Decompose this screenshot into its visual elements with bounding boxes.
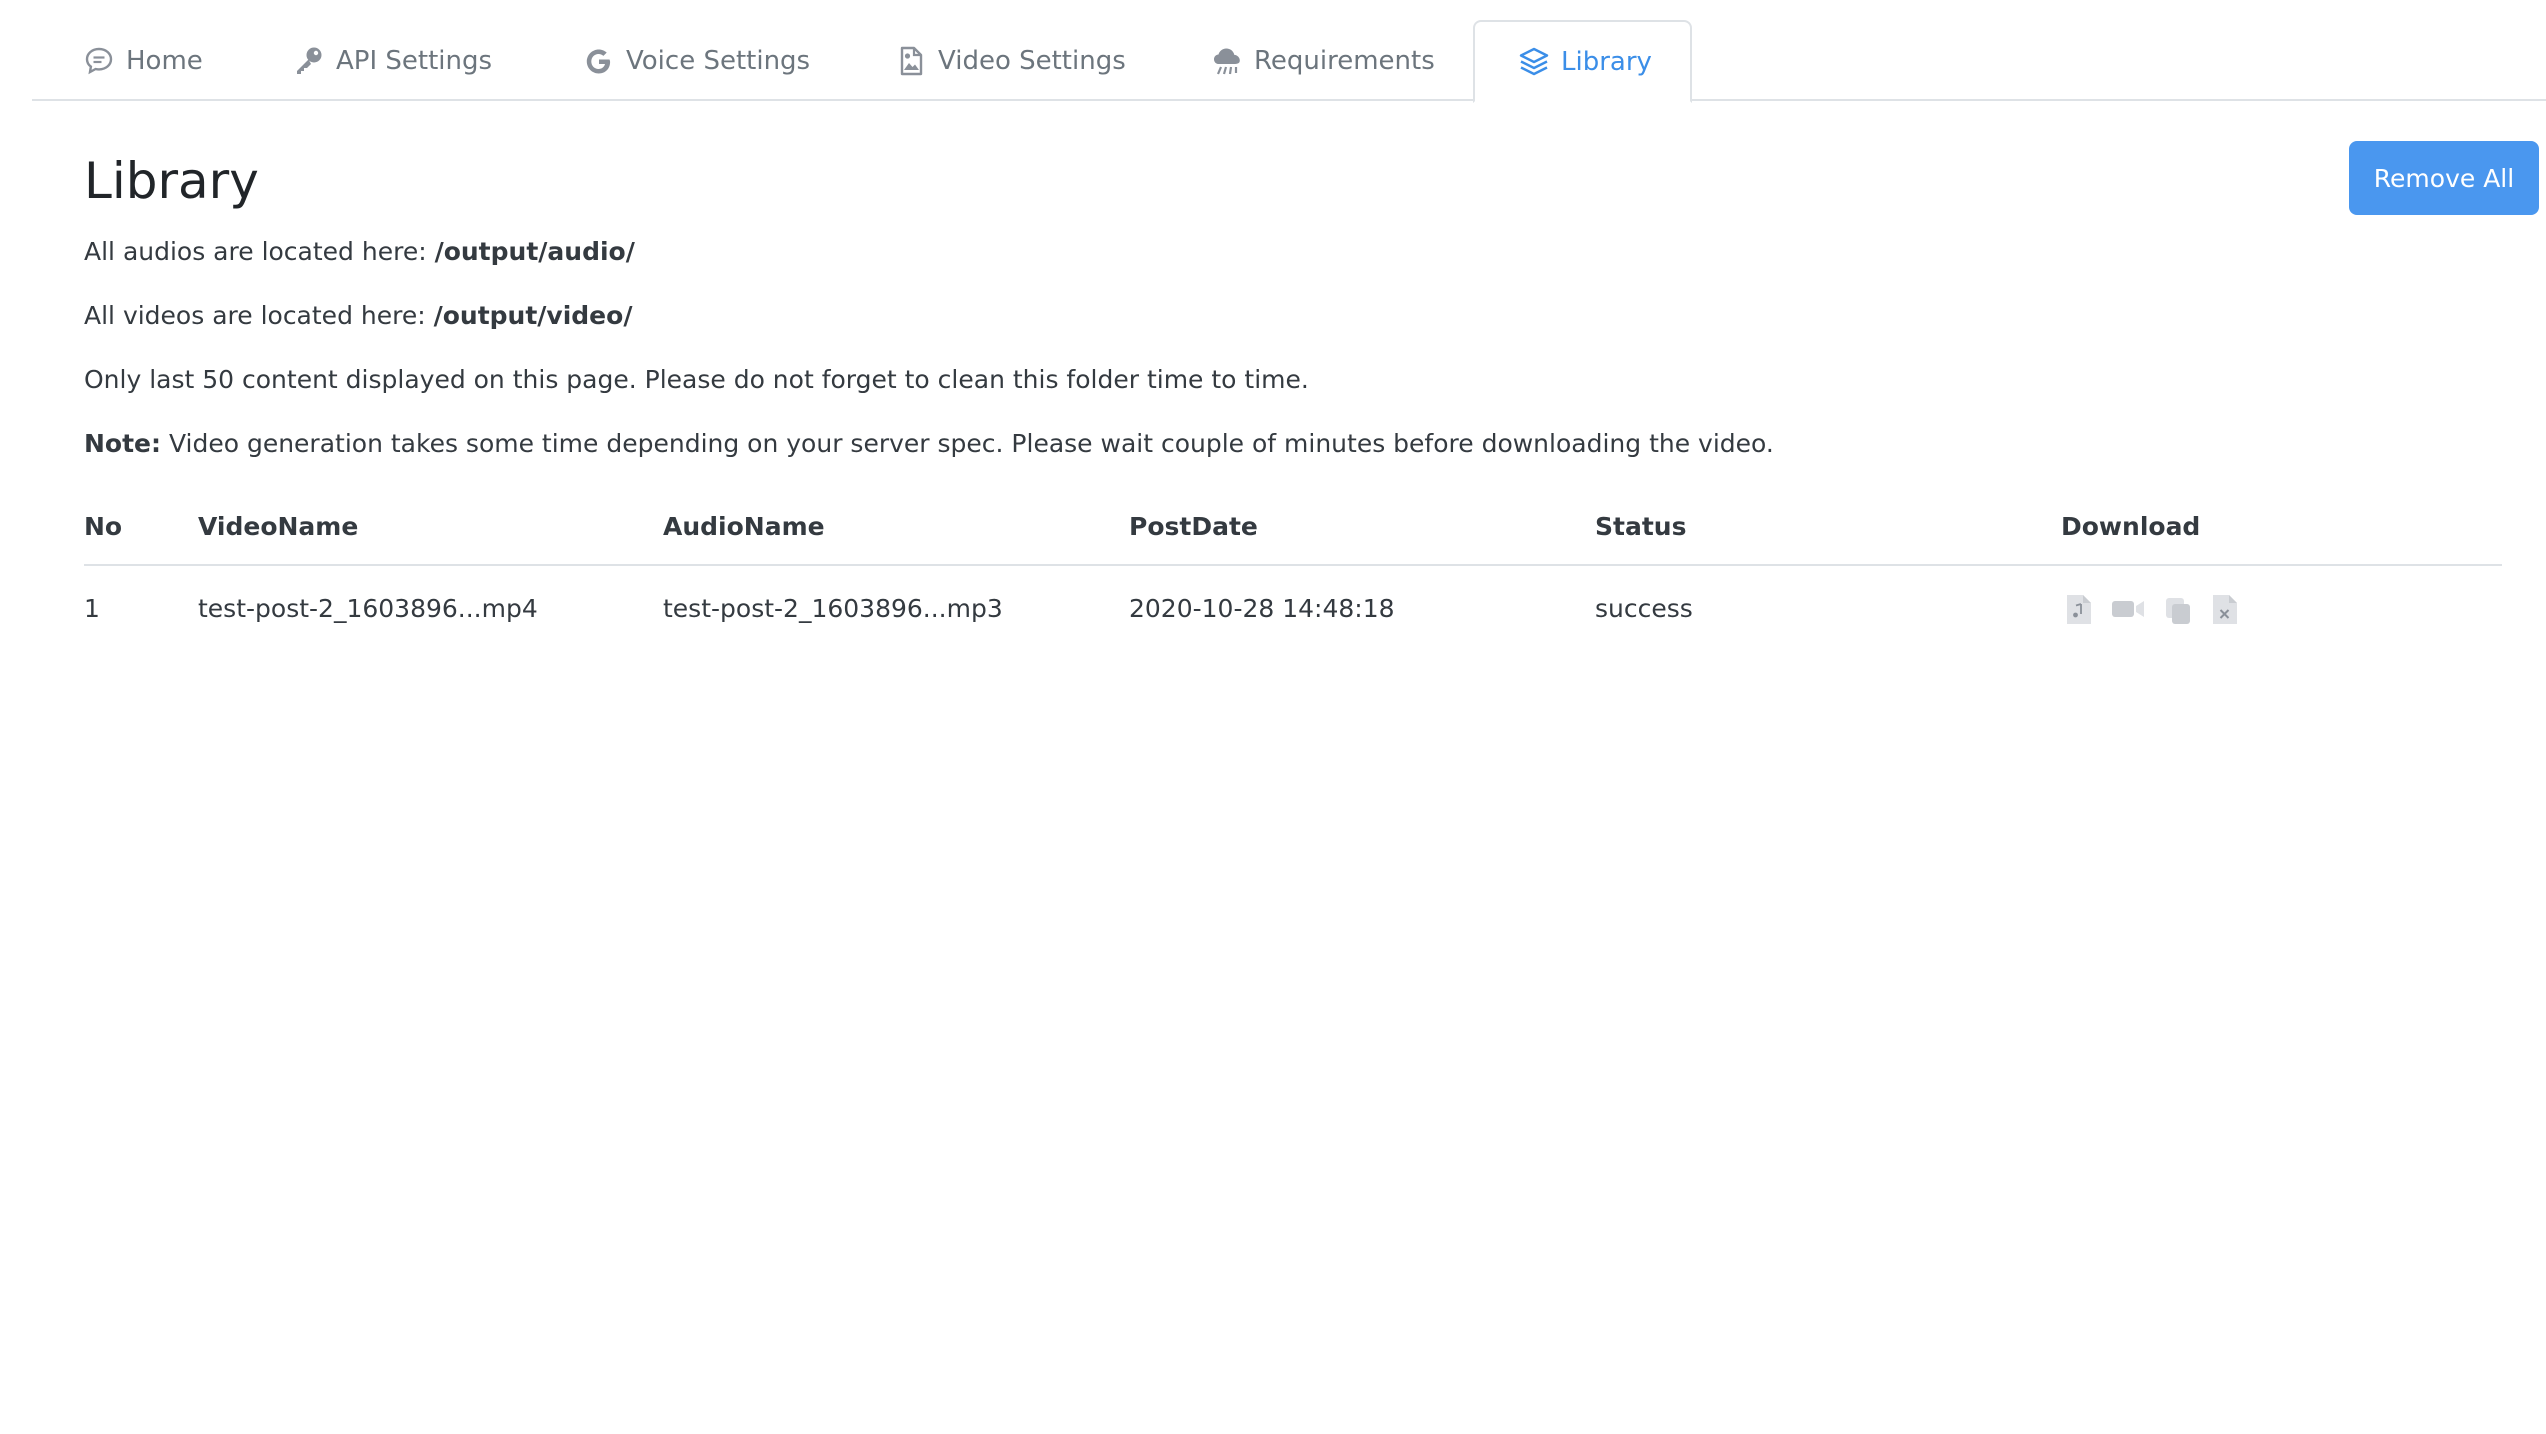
- page-title: Library: [84, 152, 259, 210]
- tab-label: Home: [126, 45, 203, 76]
- delete-file-icon[interactable]: [2210, 592, 2240, 626]
- audio-location-path: /output/audio/: [434, 237, 635, 266]
- tab-label: API Settings: [336, 45, 493, 76]
- tab-home[interactable]: Home: [82, 20, 203, 101]
- image-file-icon: [900, 46, 923, 75]
- note-text: Note: Video generation takes some time d…: [84, 429, 1774, 459]
- key-icon: [297, 47, 322, 74]
- cloud-icon: [1214, 48, 1240, 74]
- download-actions: [2064, 592, 2240, 626]
- note-body: Video generation takes some time dependi…: [161, 429, 1774, 458]
- audio-file-icon[interactable]: [2064, 592, 2094, 626]
- tab-voice-settings[interactable]: Voice Settings: [582, 20, 810, 101]
- cell-audio-name: test-post-2_1603896...mp3: [663, 594, 1003, 623]
- tab-bar: Home API Settings Voice Settings Video S…: [32, 0, 2546, 103]
- tab-label: Library: [1561, 46, 1652, 77]
- chat-bubble-icon: [85, 47, 113, 74]
- audio-location-prefix: All audios are located here:: [84, 237, 435, 266]
- tab-requirements[interactable]: Requirements: [1210, 20, 1435, 101]
- content-notice: Only last 50 content displayed on this p…: [84, 365, 1309, 394]
- cell-status: success: [1595, 594, 1693, 623]
- tab-label: Voice Settings: [626, 45, 811, 76]
- remove-all-button[interactable]: Remove All: [2349, 141, 2539, 215]
- header-video-name: VideoName: [198, 512, 359, 541]
- copy-icon[interactable]: [2164, 592, 2194, 626]
- tab-label: Requirements: [1254, 45, 1435, 76]
- cell-video-name: test-post-2_1603896...mp4: [198, 594, 538, 623]
- tab-label: Video Settings: [938, 45, 1126, 76]
- header-audio-name: AudioName: [663, 512, 825, 541]
- header-download: Download: [2061, 512, 2201, 541]
- video-camera-icon[interactable]: [2110, 592, 2148, 626]
- library-table: No VideoName AudioName PostDate Status D…: [84, 496, 2502, 624]
- cell-post-date: 2020-10-28 14:48:18: [1129, 594, 1395, 623]
- tab-api-settings[interactable]: API Settings: [292, 20, 492, 101]
- tab-library[interactable]: Library: [1473, 20, 1692, 103]
- audio-location-text: All audios are located here: /output/aud…: [84, 237, 635, 267]
- google-g-icon: [586, 49, 611, 73]
- header-post-date: PostDate: [1129, 512, 1258, 541]
- video-location-prefix: All videos are located here:: [84, 301, 434, 330]
- header-status: Status: [1595, 512, 1687, 541]
- tab-video-settings[interactable]: Video Settings: [894, 20, 1126, 101]
- video-location-text: All videos are located here: /output/vid…: [84, 301, 632, 331]
- note-label: Note:: [84, 429, 162, 458]
- table-header: No VideoName AudioName PostDate Status D…: [84, 496, 2502, 566]
- header-no: No: [84, 512, 123, 541]
- layers-icon: [1519, 47, 1549, 75]
- video-location-path: /output/video/: [433, 301, 633, 330]
- cell-no: 1: [84, 594, 100, 623]
